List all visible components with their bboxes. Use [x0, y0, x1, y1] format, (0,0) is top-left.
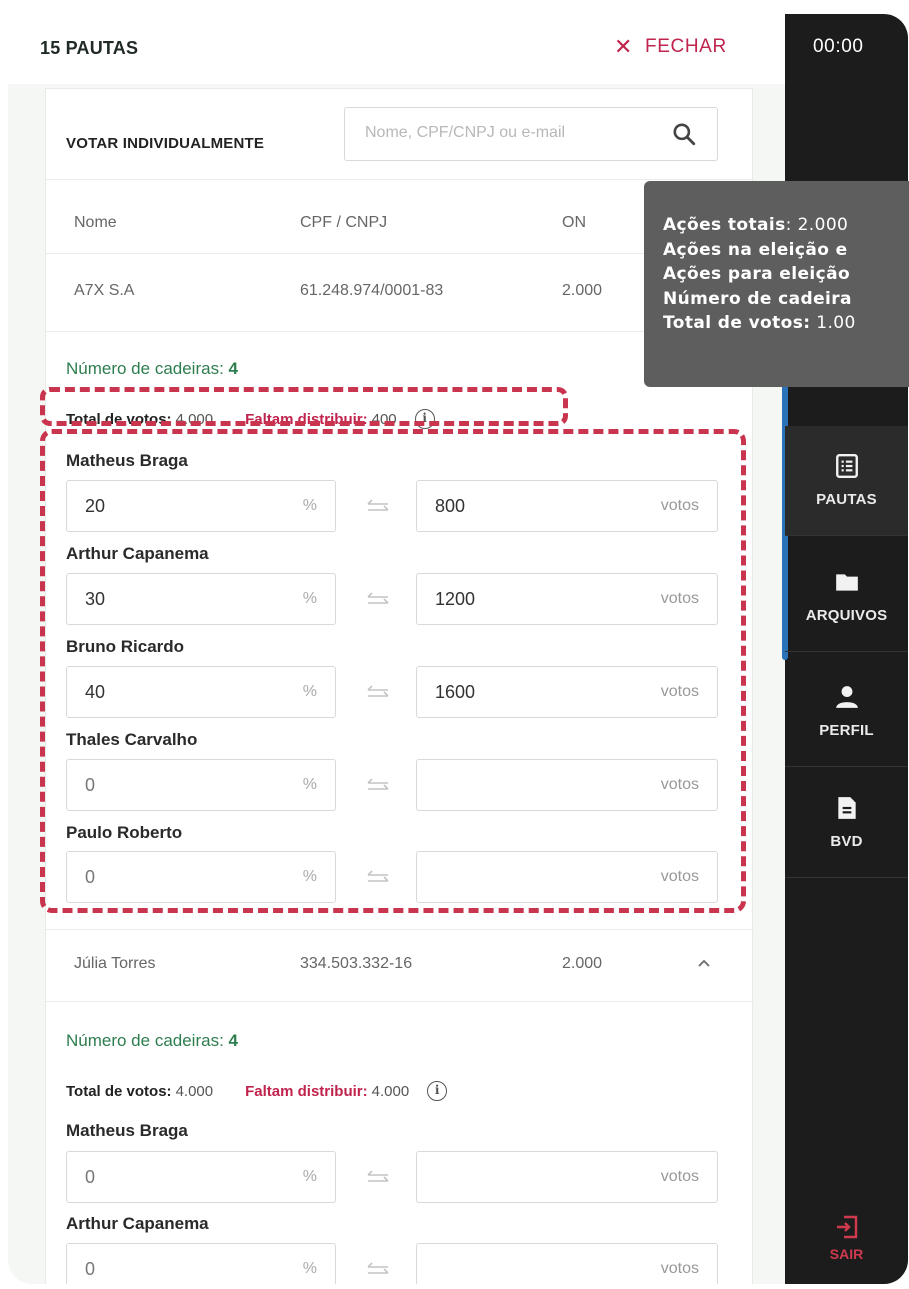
- info-icon[interactable]: i: [427, 1081, 448, 1101]
- page-title: 15 PAUTAS: [40, 38, 139, 58]
- highlight-candidates: [40, 429, 746, 913]
- vote-individually-label: VOTAR INDIVIDUALMENTE: [66, 135, 265, 152]
- seats-label: Número de cadeiras:: [66, 359, 224, 378]
- candidate-name: Arthur Capanema: [66, 1214, 209, 1233]
- percent-input[interactable]: 0%: [66, 1151, 336, 1203]
- close-icon: ✕: [614, 34, 634, 59]
- row-on: 2.000: [562, 282, 603, 299]
- sidebar-item-pautas[interactable]: PAUTAS: [785, 426, 908, 536]
- votes-unit: votos: [660, 1260, 699, 1277]
- votes-summary: Total de votos: 4.000 Faltam distribuir:…: [66, 1081, 448, 1101]
- column-header-doc: CPF / CNPJ: [300, 214, 388, 231]
- logout-icon: [836, 1215, 857, 1239]
- tooltip: Ações totais: 2.000 Ações na eleição e A…: [644, 181, 909, 387]
- divider: [46, 929, 754, 930]
- close-label: FECHAR: [645, 36, 727, 57]
- tooltip-line: Total de votos: 1.00: [663, 311, 909, 336]
- document-icon: [837, 797, 856, 819]
- user-icon: [835, 686, 858, 708]
- highlight-votes-summary: [40, 387, 568, 426]
- sidebar-item-label: PERFIL: [819, 722, 874, 739]
- tooltip-label: Número de cadeira: [663, 288, 852, 309]
- tooltip-line: Ações totais: 2.000: [663, 213, 909, 238]
- logout-button[interactable]: SAIR: [785, 1214, 908, 1284]
- folder-icon: [835, 574, 858, 591]
- tooltip-line: Ações na eleição e: [663, 238, 909, 263]
- tooltip-label: Ações totais: [663, 215, 786, 235]
- percent-value: 0: [85, 1167, 96, 1187]
- swap-arrows-icon: [367, 1170, 389, 1182]
- divider: [46, 1001, 754, 1002]
- swap-arrows-icon: [367, 1262, 389, 1274]
- tooltip-label: Ações para eleição: [663, 264, 851, 284]
- seats-value: 4: [228, 1031, 239, 1050]
- tooltip-label: Ações na eleição e: [663, 239, 848, 260]
- chevron-up-icon[interactable]: [696, 957, 712, 969]
- column-header-on: ON: [562, 214, 586, 231]
- close-button[interactable]: ✕ FECHAR: [614, 36, 727, 58]
- search-placeholder: Nome, CPF/CNPJ ou e-mail: [365, 124, 566, 141]
- sidebar-item-label: ARQUIVOS: [805, 607, 888, 624]
- search-icon[interactable]: [671, 121, 697, 147]
- sidebar-item-bvd[interactable]: BVD: [785, 768, 908, 878]
- candidate-name: Matheus Braga: [66, 1121, 188, 1140]
- row-name: A7X S.A: [74, 282, 135, 299]
- seats-count: Número de cadeiras: 4: [66, 1031, 238, 1051]
- row-doc: 334.503.332-16: [300, 955, 413, 972]
- search-input[interactable]: Nome, CPF/CNPJ ou e-mail: [344, 107, 718, 161]
- list-icon: [835, 453, 858, 479]
- row-doc: 61.248.974/0001-83: [300, 282, 444, 299]
- percent-input[interactable]: 0%: [66, 1243, 336, 1284]
- remaining-label: Faltam distribuir:: [245, 1082, 368, 1100]
- percent-unit: %: [302, 1260, 317, 1277]
- sidebar-item-arquivos[interactable]: ARQUIVOS: [785, 542, 908, 652]
- header-bar: 15 PAUTAS ✕ FECHAR: [8, 14, 785, 84]
- row-name: Júlia Torres: [74, 955, 156, 972]
- percent-unit: %: [302, 1168, 317, 1185]
- votes-input[interactable]: votos: [416, 1243, 718, 1284]
- tooltip-value: 1.00: [810, 313, 856, 333]
- timer: 00:00: [813, 36, 864, 57]
- tooltip-value: 2.000: [791, 215, 849, 235]
- percent-value: 0: [85, 1259, 96, 1279]
- divider: [46, 179, 754, 180]
- seats-label: Número de cadeiras:: [66, 1031, 224, 1050]
- sidebar-item-label: PAUTAS: [816, 491, 877, 508]
- sidebar-item-label: BVD: [830, 833, 863, 850]
- seats-count: Número de cadeiras: 4: [66, 359, 238, 379]
- seats-value: 4: [228, 359, 239, 378]
- tooltip-label: Total de votos:: [663, 313, 811, 333]
- votes-unit: votos: [660, 1168, 699, 1185]
- total-votes-label: Total de votos:: [66, 1082, 172, 1100]
- column-header-name: Nome: [74, 214, 117, 231]
- votes-input[interactable]: votos: [416, 1151, 718, 1203]
- sidebar-item-perfil[interactable]: PERFIL: [785, 657, 908, 767]
- tooltip-line: Ações para eleição: [663, 262, 909, 287]
- total-votes-value: 4.000: [175, 1082, 214, 1100]
- logout-label: SAIR: [829, 1246, 864, 1262]
- row-on: 2.000: [562, 955, 603, 972]
- remaining-value: 4.000: [371, 1082, 410, 1100]
- tooltip-line: Número de cadeira: [663, 287, 909, 312]
